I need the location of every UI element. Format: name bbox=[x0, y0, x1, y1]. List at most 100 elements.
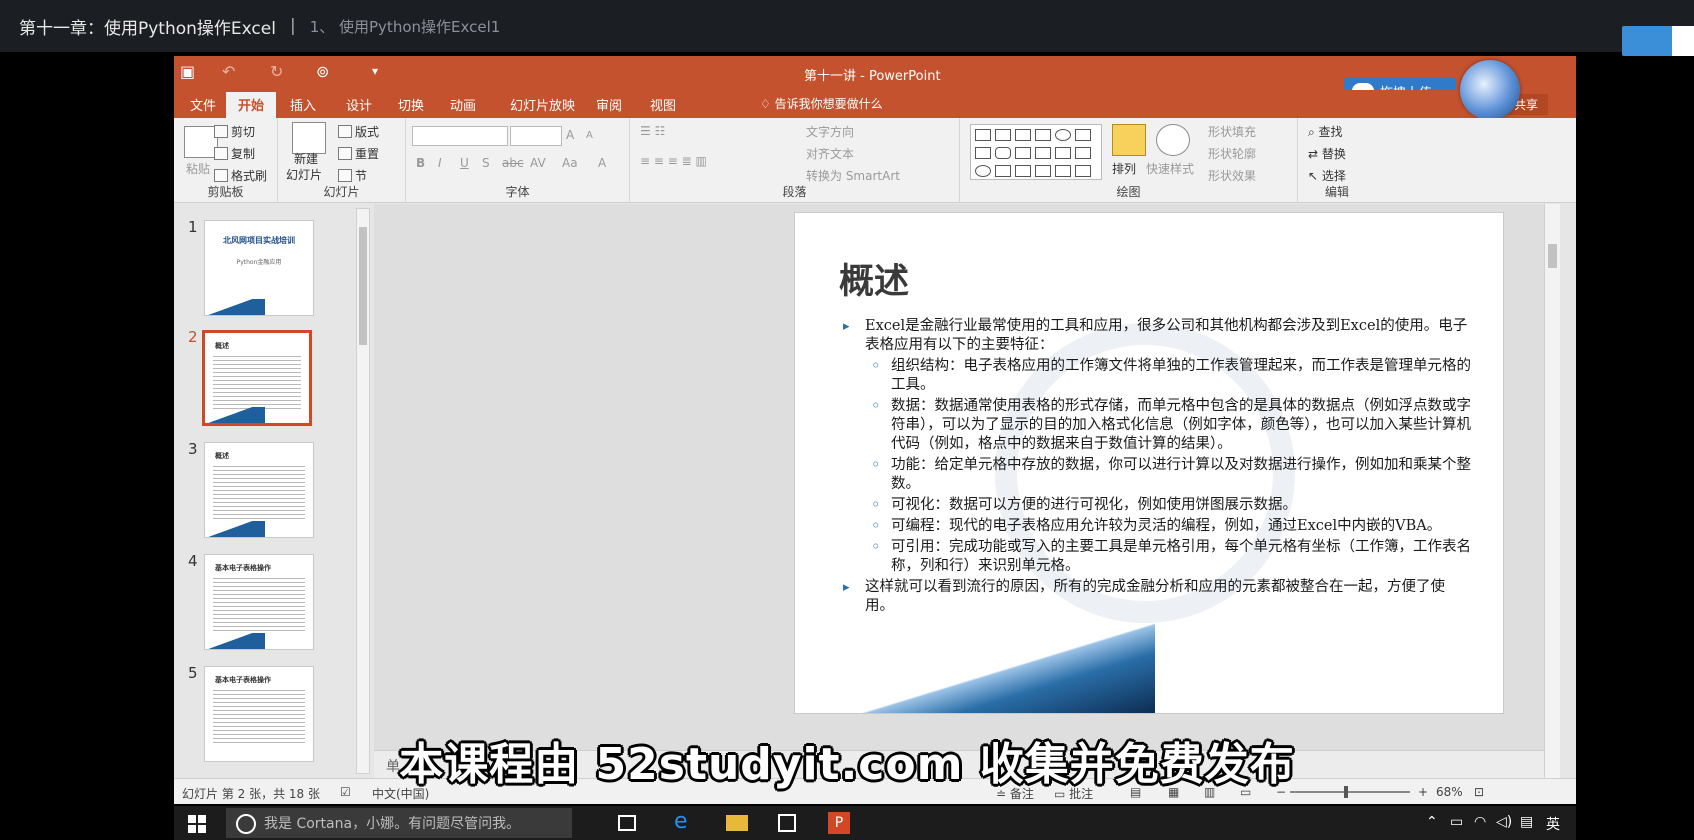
notification-icon[interactable]: ▤ bbox=[1520, 814, 1533, 830]
font-size-select[interactable] bbox=[510, 126, 562, 146]
find-button[interactable]: ⌕ 查找 bbox=[1308, 123, 1343, 140]
search-icon: ⌕ bbox=[1308, 125, 1319, 139]
tray-chevron-icon[interactable]: ⌃ bbox=[1426, 814, 1438, 830]
font-family-select[interactable] bbox=[412, 126, 508, 146]
thumb-number: 2 bbox=[188, 328, 198, 346]
shape-outline-button[interactable]: 形状轮廓 bbox=[1208, 145, 1256, 162]
smartart-button[interactable]: 转换为 SmartArt bbox=[806, 167, 900, 184]
arrange-button[interactable]: 排列 bbox=[1112, 160, 1136, 177]
quick-styles-icon[interactable] bbox=[1156, 124, 1190, 156]
slide-thumbnail-4[interactable]: 基本电子表格操作 bbox=[204, 554, 314, 650]
tab-file[interactable]: 文件 bbox=[190, 95, 216, 114]
file-explorer-icon[interactable] bbox=[726, 815, 748, 831]
tab-view[interactable]: 视图 bbox=[650, 95, 676, 114]
chapter-title: 第十一章：使用Python操作Excel bbox=[19, 18, 276, 39]
tab-slideshow[interactable]: 幻灯片放映 bbox=[510, 95, 575, 114]
group-label-editing: 编辑 bbox=[1324, 185, 1349, 199]
ribbon-tabs: 文件 开始 插入 设计 切换 动画 幻灯片放映 审阅 视图 ♢ 告诉我你想要做什… bbox=[174, 90, 1576, 118]
copy-icon bbox=[214, 147, 228, 160]
windows-taskbar: 我是 Cortana，小娜。有问题尽管问我。 e P ⌃ ▭ ◠ ◁) ▤ 英 bbox=[174, 806, 1576, 840]
start-from-beginning-icon[interactable]: ⊚ bbox=[316, 62, 329, 81]
powerpoint-taskbar-icon[interactable]: P bbox=[828, 812, 850, 834]
tab-transitions[interactable]: 切换 bbox=[398, 95, 424, 114]
ime-indicator[interactable]: 英 bbox=[1546, 814, 1560, 834]
thumb-title: 基本电子表格操作 bbox=[215, 676, 271, 684]
grow-font-button[interactable]: A bbox=[566, 128, 574, 142]
shadow-button[interactable]: S bbox=[482, 156, 490, 170]
char-spacing-button[interactable]: AV bbox=[530, 156, 546, 170]
copy-button[interactable]: 复制 bbox=[214, 145, 255, 162]
save-icon[interactable]: ▣ bbox=[180, 62, 195, 81]
group-label-clipboard: 剪贴板 bbox=[207, 185, 244, 199]
tab-review[interactable]: 审阅 bbox=[596, 95, 622, 114]
layout-button[interactable]: 版式 bbox=[338, 123, 379, 140]
change-case-button[interactable]: Aa bbox=[562, 156, 578, 170]
undo-icon[interactable]: ↶ bbox=[222, 62, 235, 81]
slide-body[interactable]: Excel是金融行业最常使用的工具和应用，很多公司和其他机构都会涉及到Excel… bbox=[843, 317, 1473, 618]
layout-icon bbox=[338, 125, 352, 138]
align-text-button[interactable]: 对齐文本 bbox=[806, 145, 854, 162]
network-icon[interactable]: ◠ bbox=[1474, 814, 1486, 830]
cortana-search[interactable]: 我是 Cortana，小娜。有问题尽管问我。 bbox=[226, 808, 572, 838]
group-font: A A B I U S abc AV Aa A 字体 bbox=[406, 118, 630, 203]
store-icon[interactable] bbox=[778, 814, 796, 832]
slide-thumbnail-2[interactable]: 概述 bbox=[202, 330, 312, 426]
shrink-font-button[interactable]: A bbox=[586, 130, 593, 141]
slide-title[interactable]: 概述 bbox=[839, 253, 909, 304]
tell-me-label: 告诉我你想要做什么 bbox=[774, 97, 883, 111]
bullets-icon[interactable]: ☰ ☷ bbox=[640, 124, 665, 138]
site-logo-icon[interactable] bbox=[1622, 26, 1694, 56]
redo-icon[interactable]: ↻ bbox=[270, 62, 283, 81]
start-icon[interactable] bbox=[188, 815, 206, 833]
format-painter-button[interactable]: 格式刷 bbox=[214, 167, 267, 184]
slide-decoration bbox=[795, 623, 1155, 713]
bold-button[interactable]: B bbox=[416, 156, 425, 170]
replace-button[interactable]: ⇄ 替换 bbox=[1308, 145, 1346, 162]
shapes-gallery[interactable] bbox=[970, 124, 1102, 180]
new-slide-label[interactable]: 新建 bbox=[294, 150, 318, 167]
tell-me-search[interactable]: ♢ 告诉我你想要做什么 bbox=[760, 95, 883, 112]
new-slide-button[interactable]: 幻灯片 bbox=[286, 166, 322, 183]
paste-button[interactable]: 粘贴 bbox=[186, 160, 210, 177]
arrange-icon[interactable] bbox=[1112, 124, 1146, 156]
align-icons[interactable]: ≡ ≡ ≡ ≣ ▥ bbox=[640, 154, 707, 168]
quick-styles-button[interactable]: 快速样式 bbox=[1146, 160, 1194, 177]
group-paragraph: ☰ ☷ ≡ ≡ ≡ ≣ ▥ 文字方向 对齐文本 转换为 SmartArt 段落 bbox=[630, 118, 960, 203]
customize-toolbar-icon[interactable]: ▾ bbox=[372, 64, 378, 78]
underline-button[interactable]: U bbox=[460, 156, 469, 170]
reset-button[interactable]: 重置 bbox=[338, 145, 379, 162]
shape-effects-button[interactable]: 形状效果 bbox=[1208, 167, 1256, 184]
tab-design[interactable]: 设计 bbox=[346, 95, 372, 114]
slide-scrollbar[interactable] bbox=[1544, 204, 1560, 778]
edge-icon[interactable]: e bbox=[674, 809, 696, 834]
lesson-title[interactable]: 1、 使用Python操作Excel1 bbox=[310, 16, 501, 37]
slide-intro: Excel是金融行业最常使用的工具和应用，很多公司和其他机构都会涉及到Excel… bbox=[843, 317, 1473, 355]
current-slide[interactable]: 概述 Excel是金融行业最常使用的工具和应用，很多公司和其他机构都会涉及到Ex… bbox=[794, 212, 1504, 714]
slide-editing-area: 概述 Excel是金融行业最常使用的工具和应用，很多公司和其他机构都会涉及到Ex… bbox=[374, 204, 1560, 778]
select-button[interactable]: ↖ 选择 bbox=[1308, 167, 1346, 184]
slide-thumbnail-1[interactable]: 北风网项目实战培训 Python金融应用 bbox=[204, 220, 314, 316]
thumb-title: 基本电子表格操作 bbox=[215, 564, 271, 572]
shape-fill-button[interactable]: 形状填充 bbox=[1208, 123, 1256, 140]
text-direction-button[interactable]: 文字方向 bbox=[806, 123, 854, 140]
tab-home[interactable]: 开始 bbox=[226, 92, 277, 118]
tab-animations[interactable]: 动画 bbox=[450, 95, 476, 114]
task-view-icon[interactable] bbox=[618, 815, 636, 831]
battery-icon[interactable]: ▭ bbox=[1450, 814, 1463, 830]
strikethrough-button[interactable]: abc bbox=[502, 156, 524, 170]
paste-icon[interactable] bbox=[184, 126, 218, 158]
italic-button[interactable]: I bbox=[438, 156, 442, 170]
slide-point: 可编程：现代的电子表格应用允许较为灵活的编程，例如，通过Excel中内嵌的VBA… bbox=[843, 516, 1473, 536]
volume-icon[interactable]: ◁) bbox=[1496, 814, 1512, 830]
section-button[interactable]: 节 bbox=[338, 167, 367, 184]
slide-point: 组织结构：电子表格应用的工作簿文件将单独的工作表管理起来，而工作表是管理单元格的… bbox=[843, 356, 1473, 395]
cut-button[interactable]: 剪切 bbox=[214, 123, 255, 140]
slide-thumbnail-3[interactable]: 概述 bbox=[204, 442, 314, 538]
slide-point: 可引用：完成功能或写入的主要工具是单元格引用，每个单元格有坐标（工作簿，工作表名… bbox=[843, 537, 1473, 576]
video-title-bar: 第十一章：使用Python操作Excel | 1、 使用Python操作Exce… bbox=[0, 0, 1694, 52]
bird-logo-icon[interactable] bbox=[1460, 60, 1520, 120]
thumbnail-scrollbar[interactable] bbox=[356, 208, 370, 774]
title-separator: | bbox=[289, 16, 296, 36]
tab-insert[interactable]: 插入 bbox=[290, 95, 316, 114]
font-color-button[interactable]: A bbox=[598, 156, 606, 170]
